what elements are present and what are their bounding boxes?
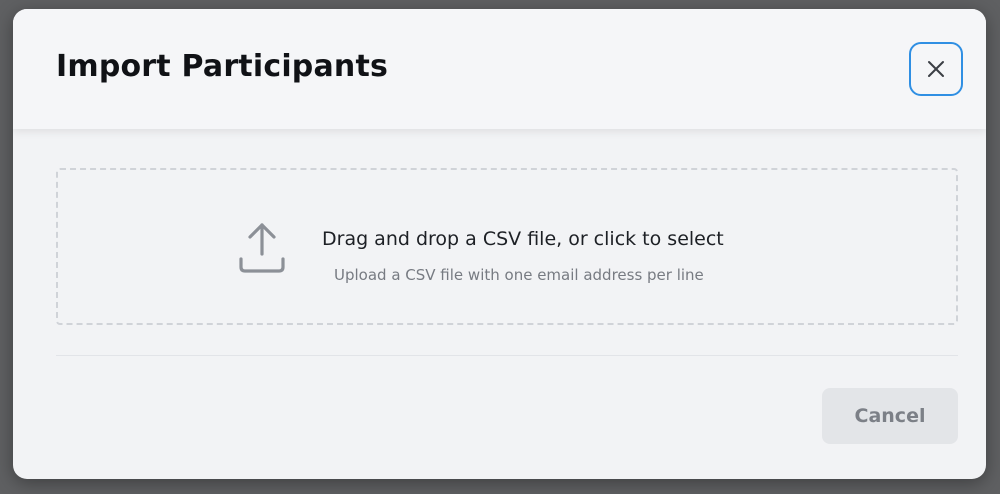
close-button[interactable]	[909, 42, 963, 96]
close-icon	[928, 61, 944, 77]
dialog-title: Import Participants	[56, 49, 389, 84]
dropzone-subtitle: Upload a CSV file with one email address…	[334, 266, 704, 284]
upload-icon	[239, 223, 285, 273]
footer-divider	[56, 355, 958, 356]
csv-dropzone[interactable]: Drag and drop a CSV file, or click to se…	[56, 168, 958, 325]
import-participants-dialog: Import Participants Drag and drop a CSV …	[13, 9, 986, 479]
dialog-header: Import Participants	[13, 9, 986, 129]
dropzone-title: Drag and drop a CSV file, or click to se…	[322, 228, 724, 250]
cancel-button[interactable]: Cancel	[822, 388, 958, 444]
